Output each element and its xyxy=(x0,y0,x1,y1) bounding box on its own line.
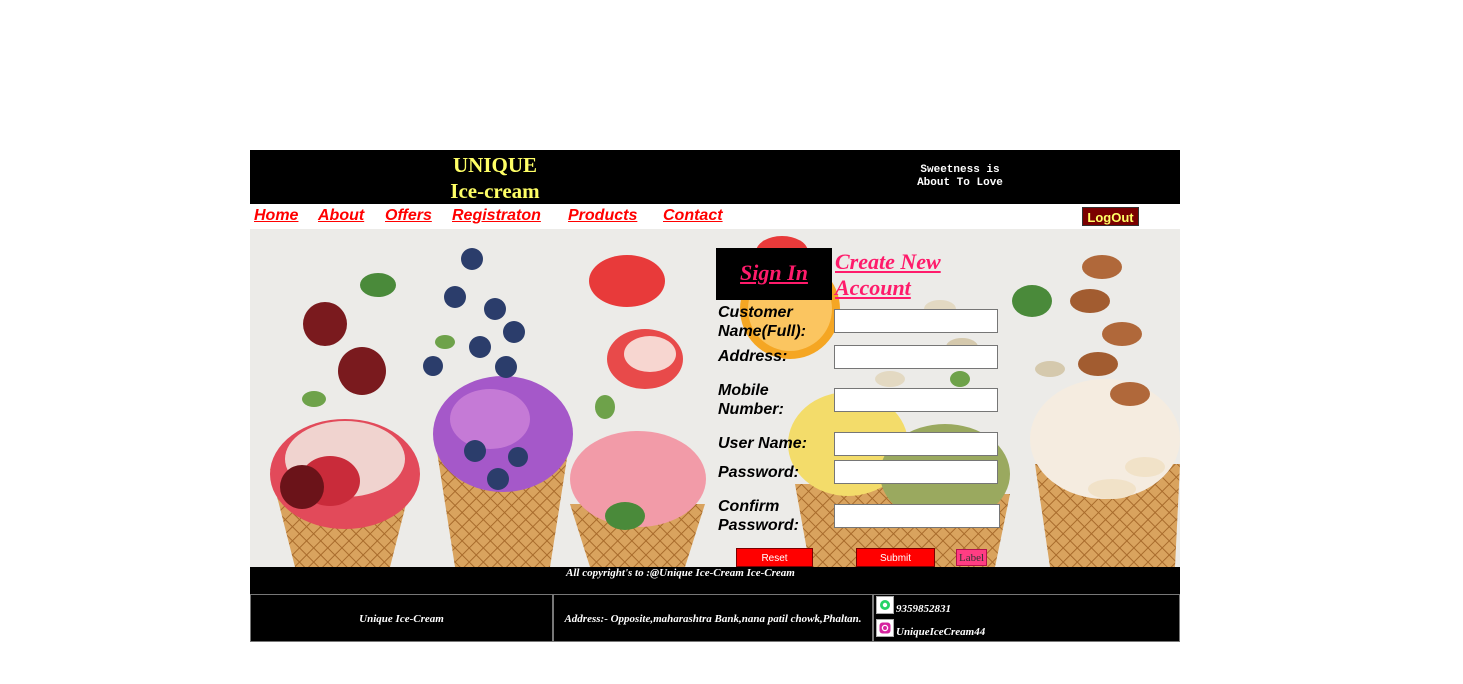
site-header: UNIQUE Ice-cream Sweetness is About To L… xyxy=(250,150,1180,204)
mobile-label-line-2: Number: xyxy=(718,401,784,418)
customer-name-label: Customer Name(Full): xyxy=(718,303,806,341)
signin-tab: Sign In xyxy=(716,248,832,300)
password-input[interactable] xyxy=(834,460,998,484)
create-account-line-2: Account xyxy=(835,275,911,300)
brand-logo: UNIQUE Ice-cream xyxy=(440,152,550,204)
customer-name-label-line-2: Name(Full): xyxy=(718,323,806,340)
whatsapp-icon xyxy=(876,596,894,614)
brand-line-2: Ice-cream xyxy=(450,179,540,203)
page: UNIQUE Ice-cream Sweetness is About To L… xyxy=(250,150,1180,642)
password-label: Password: xyxy=(718,464,799,481)
username-input[interactable] xyxy=(834,432,998,456)
mobile-label-line-1: Mobile xyxy=(718,382,769,399)
phone-number: 9359852831 xyxy=(896,603,951,615)
mobile-number-label: Mobile Number: xyxy=(718,381,784,419)
nav-home[interactable]: Home xyxy=(254,207,298,225)
reset-button[interactable]: Reset xyxy=(736,548,813,567)
confirm-password-label: Confirm Password: xyxy=(718,497,799,535)
hero-banner: Sign In Create New Account Customer Name… xyxy=(250,229,1180,567)
copyright-bar: All copyright's to :@Unique Ice-Cream Ic… xyxy=(250,567,1180,592)
create-account-link[interactable]: Create New Account xyxy=(835,249,985,301)
logout-button[interactable]: LogOut xyxy=(1082,207,1139,226)
create-account-line-1: Create New xyxy=(835,249,941,274)
nav-offers[interactable]: Offers xyxy=(385,207,432,225)
instagram-icon xyxy=(876,619,894,637)
label-button[interactable]: Label xyxy=(956,549,987,566)
confirm-label-line-1: Confirm xyxy=(718,498,780,515)
ice-cream-background-image xyxy=(250,229,1180,567)
mobile-number-input[interactable] xyxy=(834,388,998,412)
company-name: Unique Ice-Cream xyxy=(359,613,444,625)
address-input[interactable] xyxy=(834,345,998,369)
confirm-password-input[interactable] xyxy=(834,504,1000,528)
nav-registration[interactable]: Registraton xyxy=(452,207,541,225)
nav-contact[interactable]: Contact xyxy=(663,207,723,225)
nav-products[interactable]: Products xyxy=(568,207,637,225)
footer-table: Unique Ice-Cream Address:- Opposite,maha… xyxy=(250,592,1180,642)
submit-button[interactable]: Submit xyxy=(856,548,935,567)
instagram-handle: UniqueIceCream44 xyxy=(896,626,986,638)
brand-line-1: UNIQUE xyxy=(452,153,537,177)
main-nav: Home About Offers Registraton Products C… xyxy=(250,204,1180,229)
customer-name-label-line-1: Customer xyxy=(718,304,793,321)
username-label: User Name: xyxy=(718,435,807,452)
footer-address-cell: Address:- Opposite,maharashtra Bank,nana… xyxy=(553,594,873,642)
tagline: Sweetness is About To Love xyxy=(890,164,1030,190)
address-label: Address: xyxy=(718,348,788,365)
copyright-text: All copyright's to :@Unique Ice-Cream Ic… xyxy=(566,567,795,579)
footer-contact-cell: 9359852831 UniqueIceCream44 xyxy=(873,594,1180,642)
tagline-line-2: About To Love xyxy=(917,177,1003,189)
customer-name-input[interactable] xyxy=(834,309,998,333)
company-address: Address:- Opposite,maharashtra Bank,nana… xyxy=(564,613,862,625)
tagline-line-1: Sweetness is xyxy=(920,164,1000,176)
nav-about[interactable]: About xyxy=(318,207,364,225)
confirm-label-line-2: Password: xyxy=(718,517,799,534)
footer-company-cell: Unique Ice-Cream xyxy=(250,594,553,642)
signin-link[interactable]: Sign In xyxy=(716,260,832,286)
